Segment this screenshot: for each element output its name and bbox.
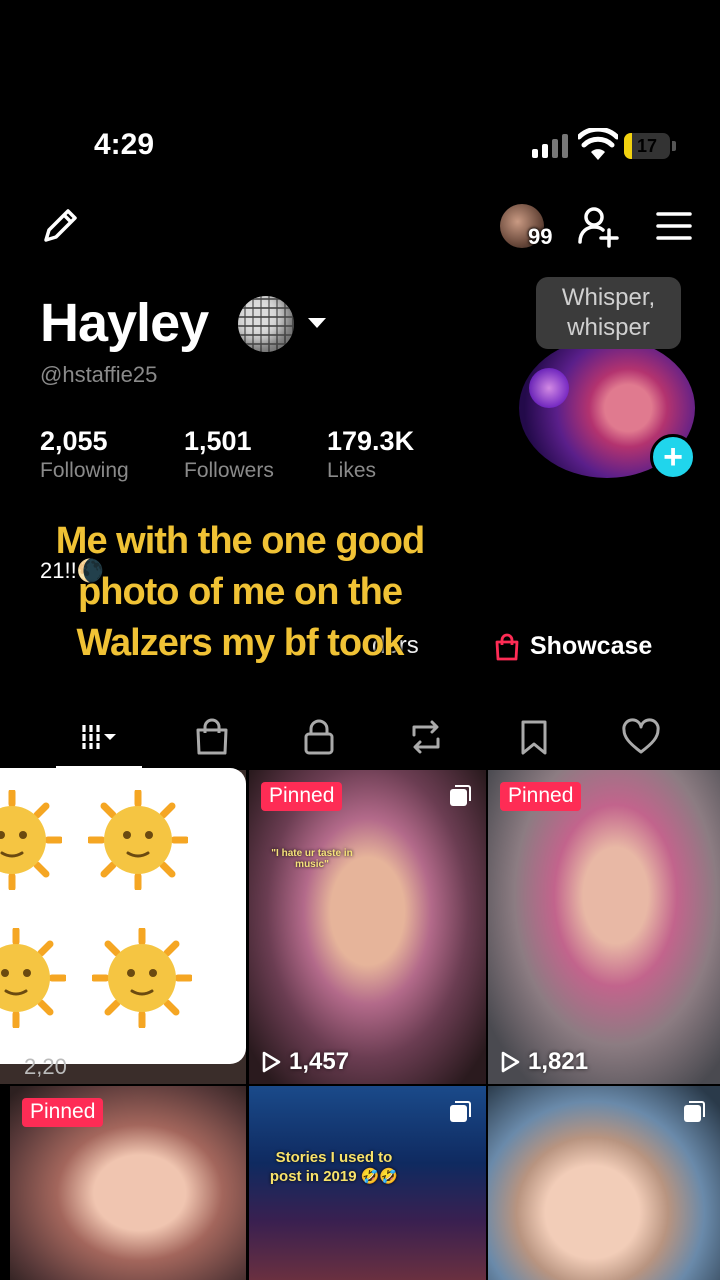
following-count: 2,055 [40, 426, 108, 456]
repost-icon [412, 720, 440, 754]
notification-count: 99 [528, 224, 553, 249]
view-count: 1,821 [500, 1048, 588, 1076]
lock-icon [304, 719, 334, 755]
battery-level: 17 [636, 136, 658, 156]
tab-private[interactable] [289, 712, 349, 762]
videos-grid-icon [82, 725, 116, 749]
username: @hstaffie25 [40, 362, 158, 387]
pinned-badge: Pinned [261, 782, 343, 811]
battery-icon: 17 [624, 133, 676, 159]
add-user-icon[interactable] [576, 204, 622, 250]
following-label: Following [40, 459, 129, 482]
overlay-caption: Me with the one good photo of me on the … [55, 520, 425, 664]
shopping-bag-icon [495, 633, 519, 660]
tab-videos[interactable] [68, 712, 128, 762]
tab-shop[interactable] [182, 712, 242, 762]
tab-liked[interactable] [611, 712, 671, 762]
add-photo-button[interactable]: + [650, 434, 696, 480]
activity-avatar-button[interactable]: 99 [500, 204, 560, 250]
play-icon [262, 1051, 281, 1073]
shopping-bag-icon [196, 718, 228, 755]
view-count-value: 1,457 [289, 1048, 350, 1075]
cellular-signal-icon [532, 134, 568, 158]
followers-stat[interactable]: 1,501 Followers [184, 426, 274, 483]
profile-tabs [0, 708, 720, 769]
bookmark-icon [521, 720, 547, 755]
followers-label: Followers [184, 459, 274, 482]
hidden-view-count: 2,20 [24, 1054, 67, 1079]
edit-icon[interactable] [40, 206, 80, 246]
photo-mode-icon [684, 1101, 705, 1122]
status-time: 4:29 [94, 128, 155, 161]
video-tile[interactable] [488, 1086, 720, 1280]
heart-icon [622, 718, 660, 754]
chevron-down-icon[interactable] [306, 316, 328, 330]
sun-face-icon [92, 928, 192, 1028]
sun-face-icon [0, 928, 66, 1028]
sun-sticker-card [0, 768, 246, 1064]
video-tile[interactable]: Stories I used to post in 2019 🤣🤣 [249, 1086, 486, 1280]
video-caption: Stories I used to post in 2019 🤣🤣 [269, 1149, 399, 1185]
play-icon [501, 1051, 520, 1073]
pinned-badge: Pinned [500, 782, 582, 811]
tab-reposts[interactable] [396, 712, 456, 762]
photo-mode-icon [450, 785, 471, 806]
sun-face-icon [0, 790, 62, 890]
view-count: 1,457 [261, 1048, 349, 1076]
tab-saved[interactable] [504, 712, 564, 762]
sun-face-icon [88, 790, 188, 890]
video-tile[interactable]: Pinned "I hate ur taste in music" 1,457 [249, 770, 486, 1084]
video-tile[interactable]: Pinned 1,821 [488, 770, 720, 1084]
showcase-label: Showcase [530, 632, 653, 660]
followers-count: 1,501 [184, 426, 252, 456]
showcase-button[interactable]: Showcase [494, 632, 652, 661]
likes-count: 179.3K [327, 426, 415, 456]
profile-name: Hayley [40, 293, 209, 353]
likes-label: Likes [327, 459, 377, 482]
disco-ball-icon [238, 296, 294, 352]
following-stat[interactable]: 2,055 Following [40, 426, 129, 483]
menu-icon[interactable] [656, 210, 692, 242]
likes-stat[interactable]: 179.3K Likes [327, 426, 414, 483]
video-tile[interactable]: Pinned [10, 1086, 246, 1280]
pinned-badge: Pinned [22, 1098, 104, 1127]
whisper-tooltip: Whisper, whisper [536, 277, 681, 349]
video-caption: "I hate ur taste in music" [271, 848, 353, 870]
wifi-icon [578, 128, 618, 160]
photo-mode-icon [450, 1101, 471, 1122]
view-count-value: 1,821 [528, 1048, 589, 1075]
